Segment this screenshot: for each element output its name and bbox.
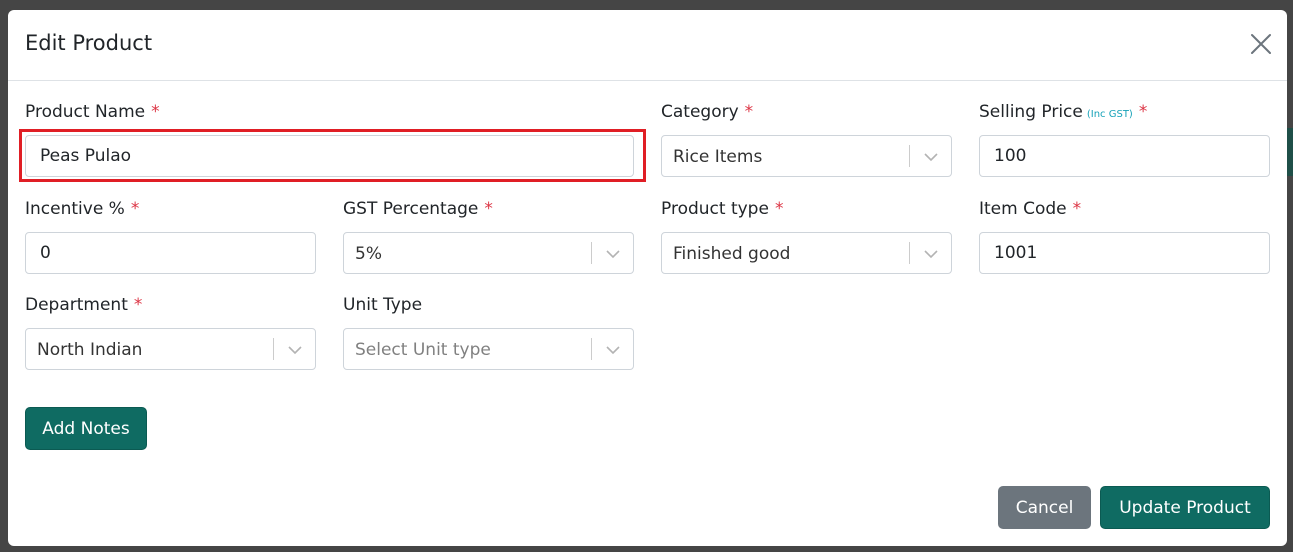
- add-notes-button[interactable]: Add Notes: [25, 407, 147, 450]
- unit-type-placeholder: Select Unit type: [355, 340, 491, 360]
- product-type-label: Product type *: [661, 199, 783, 219]
- chevron-down-icon: [288, 346, 302, 355]
- department-label: Department *: [25, 295, 142, 315]
- chevron-down-icon: [606, 346, 620, 355]
- required-marker: *: [151, 102, 160, 122]
- cancel-label: Cancel: [1015, 497, 1074, 518]
- select-separator: [591, 242, 592, 264]
- chevron-down-icon: [924, 250, 938, 259]
- item-code-label-text: Item Code: [979, 199, 1067, 219]
- chevron-down-icon: [924, 153, 938, 162]
- close-icon: [1251, 34, 1271, 54]
- gst-percentage-value: 5%: [355, 244, 382, 264]
- required-marker: *: [744, 102, 754, 122]
- category-select[interactable]: Rice Items: [661, 135, 952, 177]
- chevron-down-icon: [606, 250, 620, 259]
- product-name-label: Product Name *: [25, 102, 160, 122]
- incentive-label: Incentive % *: [25, 199, 139, 219]
- incentive-label-text: Incentive %: [25, 199, 125, 219]
- inc-gst-note: (Inc GST): [1086, 109, 1133, 120]
- department-select[interactable]: North Indian: [25, 328, 316, 370]
- required-marker: *: [133, 295, 143, 315]
- category-label: Category *: [661, 102, 753, 122]
- required-marker: *: [484, 199, 493, 219]
- item-code-value: 1001: [994, 243, 1038, 263]
- selling-price-label: Selling Price (Inc GST) *: [979, 102, 1147, 122]
- required-marker: *: [1072, 199, 1082, 219]
- gst-percentage-label: GST Percentage *: [343, 199, 493, 219]
- unit-type-label-text: Unit Type: [343, 295, 423, 315]
- unit-type-label: Unit Type: [343, 295, 422, 315]
- required-marker: *: [774, 199, 784, 219]
- item-code-label: Item Code *: [979, 199, 1081, 219]
- product-type-label-text: Product type: [661, 199, 769, 219]
- select-separator: [273, 338, 274, 360]
- modal-header: Edit Product: [8, 10, 1287, 81]
- select-separator: [591, 338, 592, 360]
- incentive-input[interactable]: 0: [25, 232, 316, 274]
- gst-percentage-select[interactable]: 5%: [343, 232, 634, 274]
- edit-product-modal: Edit Product Product Name * Peas Pulao Ca…: [8, 10, 1287, 546]
- selling-price-label-text: Selling Price: [979, 102, 1083, 122]
- product-name-label-text: Product Name: [25, 102, 146, 122]
- update-product-button[interactable]: Update Product: [1100, 486, 1270, 529]
- product-type-select[interactable]: Finished good: [661, 232, 952, 274]
- update-product-label: Update Product: [1119, 497, 1251, 518]
- department-value: North Indian: [37, 340, 143, 360]
- required-marker: *: [130, 199, 140, 219]
- select-separator: [909, 242, 910, 264]
- cancel-button[interactable]: Cancel: [998, 486, 1091, 529]
- product-type-value: Finished good: [673, 244, 791, 264]
- select-separator: [909, 145, 910, 167]
- add-notes-label: Add Notes: [42, 418, 130, 439]
- selling-price-input[interactable]: 100: [979, 135, 1270, 177]
- selling-price-value: 100: [994, 146, 1027, 166]
- highlight-box: [19, 129, 646, 182]
- required-marker: *: [1138, 102, 1148, 122]
- close-button[interactable]: [1249, 32, 1273, 56]
- department-label-text: Department: [25, 295, 128, 315]
- category-label-text: Category: [661, 102, 739, 122]
- unit-type-select[interactable]: Select Unit type: [343, 328, 634, 370]
- category-value: Rice Items: [673, 147, 763, 167]
- gst-percentage-label-text: GST Percentage: [343, 199, 479, 219]
- item-code-input[interactable]: 1001: [979, 232, 1270, 274]
- modal-title: Edit Product: [25, 31, 153, 55]
- incentive-value: 0: [40, 243, 51, 263]
